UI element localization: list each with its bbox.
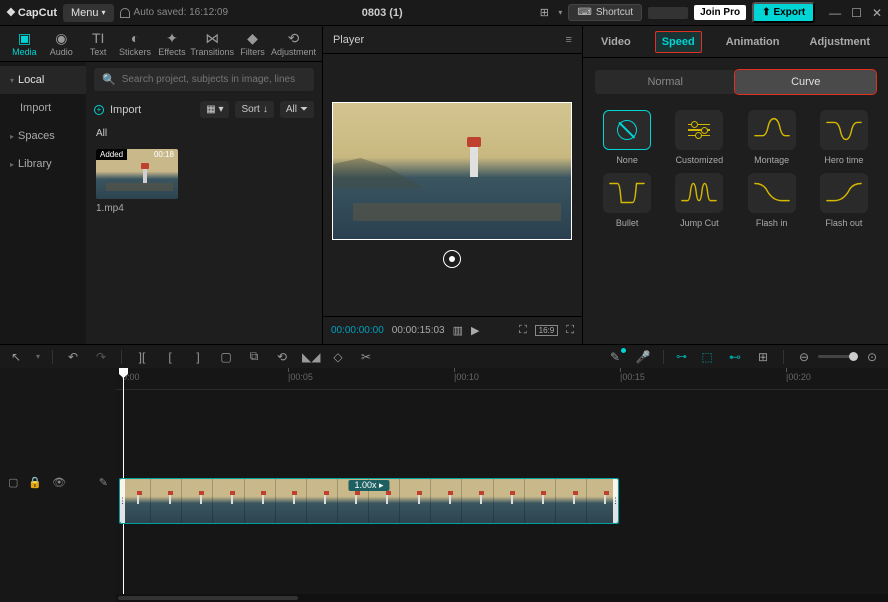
ruler-tick: |00:10: [454, 372, 479, 382]
preset-none[interactable]: None: [595, 110, 659, 165]
select-tool[interactable]: ↖: [8, 350, 24, 364]
preset-hero-time[interactable]: Hero time: [812, 110, 876, 165]
rotate-tool[interactable]: ◇: [330, 350, 346, 364]
rtab-video[interactable]: Video: [595, 32, 637, 52]
snap-icon[interactable]: ⬚: [699, 350, 715, 364]
track-icon[interactable]: ⊞: [755, 350, 771, 364]
zoom-fit[interactable]: ⊙: [864, 350, 880, 364]
crop-tool[interactable]: ✂: [358, 350, 374, 364]
mic-icon[interactable]: 🎤: [635, 350, 651, 364]
eye-icon[interactable]: 👁: [52, 476, 66, 489]
tool-tab-adjustment[interactable]: ⟲Adjustment: [271, 28, 316, 59]
play-button[interactable]: ▶: [471, 324, 479, 337]
filter-all[interactable]: All ⏷: [280, 101, 314, 118]
app-logo: ❖ CapCut: [6, 6, 57, 19]
account-obscured: [648, 7, 688, 19]
side-item-local[interactable]: ▾ Local: [0, 66, 86, 94]
clip-handle-right[interactable]: [613, 479, 618, 523]
tool-tab-stickers[interactable]: ◐Stickers: [117, 28, 154, 59]
tool-tab-filters[interactable]: ◆Filters: [234, 28, 271, 59]
video-preview[interactable]: [332, 102, 572, 240]
side-item-spaces[interactable]: ▸ Spaces: [0, 122, 86, 150]
join-pro-button[interactable]: Join Pro: [694, 5, 746, 20]
auto-caption-tool[interactable]: ✎: [607, 350, 623, 364]
project-title: 0803 (1): [234, 7, 530, 19]
ruler-tick: |00:15: [620, 372, 645, 382]
preset-customized[interactable]: Customized: [667, 110, 731, 165]
zoom-out[interactable]: ⊖: [796, 350, 812, 364]
zoom-slider[interactable]: [818, 355, 858, 358]
layout-icon[interactable]: ⊞: [536, 5, 552, 21]
ruler-tick: |00:05: [288, 372, 313, 382]
tool-tab-audio[interactable]: ◉Audio: [43, 28, 80, 59]
cover-icon[interactable]: ▢: [8, 476, 18, 489]
undo-button[interactable]: ↶: [65, 350, 81, 364]
search-bar[interactable]: 🔍: [94, 68, 314, 91]
subtab-normal[interactable]: Normal: [595, 70, 736, 94]
preset-flash-out[interactable]: Flash out: [812, 173, 876, 228]
search-input[interactable]: [122, 74, 306, 85]
export-button[interactable]: ⬆ Export: [752, 2, 815, 23]
player-title: Player: [333, 34, 364, 46]
subtab-curve[interactable]: Curve: [735, 70, 876, 94]
rtab-adjustment[interactable]: Adjustment: [804, 32, 877, 52]
timeline-scrollbar[interactable]: [116, 594, 888, 602]
tool-tab-transitions[interactable]: ⋈Transitions: [190, 28, 234, 59]
mirror-tool[interactable]: ◣◢: [302, 350, 318, 364]
shortcut-button[interactable]: ⌨ Shortcut: [568, 4, 642, 21]
timeline-clip[interactable]: 1.00x ▸: [119, 478, 619, 524]
sort-button[interactable]: Sort ↓: [235, 101, 273, 118]
trim-left-tool[interactable]: [: [162, 350, 178, 364]
import-label[interactable]: + Import: [94, 104, 141, 116]
player-menu-icon[interactable]: ≡: [566, 34, 572, 46]
view-mode[interactable]: ▦ ▾: [200, 101, 229, 118]
tool-tab-effects[interactable]: ✦Effects: [154, 28, 191, 59]
tool-tab-media[interactable]: ▣Media: [6, 28, 43, 59]
redo-button[interactable]: ↷: [93, 350, 109, 364]
fullscreen-icon[interactable]: ⛶: [566, 324, 574, 337]
trim-right-tool[interactable]: ]: [190, 350, 206, 364]
media-thumb[interactable]: Added00:181.mp4: [96, 149, 178, 214]
magnet-toggle[interactable]: ⊶: [676, 350, 687, 363]
ruler-tick: |00:20: [786, 372, 811, 382]
preset-jump-cut[interactable]: Jump Cut: [667, 173, 731, 228]
compare-icon[interactable]: ▥: [453, 324, 463, 337]
copy-tool[interactable]: ⧉: [246, 349, 262, 364]
delete-tool[interactable]: ▢: [218, 350, 234, 364]
section-all: All: [96, 128, 312, 139]
lock-icon[interactable]: 🔒: [28, 476, 42, 489]
window-minimize[interactable]: —: [829, 6, 841, 20]
reverse-tool[interactable]: ⟲: [274, 350, 290, 364]
menu-button[interactable]: Menu ▾: [63, 4, 114, 22]
window-close[interactable]: ✕: [872, 6, 882, 20]
rtab-animation[interactable]: Animation: [720, 32, 786, 52]
link-icon[interactable]: ⊷: [727, 350, 743, 364]
side-item-library[interactable]: ▸ Library: [0, 150, 86, 178]
timecode-total: 00:00:15:03: [392, 325, 445, 336]
timecode-current: 00:00:00:00: [331, 325, 384, 336]
clip-speed-label: 1.00x ▸: [348, 480, 389, 491]
tool-tab-text[interactable]: TIText: [80, 28, 117, 59]
ratio-icon[interactable]: 16:9: [535, 325, 559, 336]
split-tool[interactable]: ]​[: [134, 350, 150, 364]
preset-bullet[interactable]: Bullet: [595, 173, 659, 228]
side-item-import[interactable]: Import: [0, 94, 86, 122]
preset-flash-in[interactable]: Flash in: [739, 173, 803, 228]
autosave-status: Auto saved: 16:12:09: [120, 7, 229, 18]
record-icon[interactable]: [443, 250, 461, 268]
window-maximize[interactable]: ☐: [851, 6, 862, 20]
rtab-speed[interactable]: Speed: [655, 31, 702, 53]
edit-track-icon[interactable]: ✎: [99, 476, 108, 489]
crop-icon[interactable]: ⛶: [519, 324, 527, 337]
clip-handle-left[interactable]: [120, 479, 125, 523]
search-icon: 🔍: [102, 73, 116, 86]
preset-montage[interactable]: Montage: [739, 110, 803, 165]
